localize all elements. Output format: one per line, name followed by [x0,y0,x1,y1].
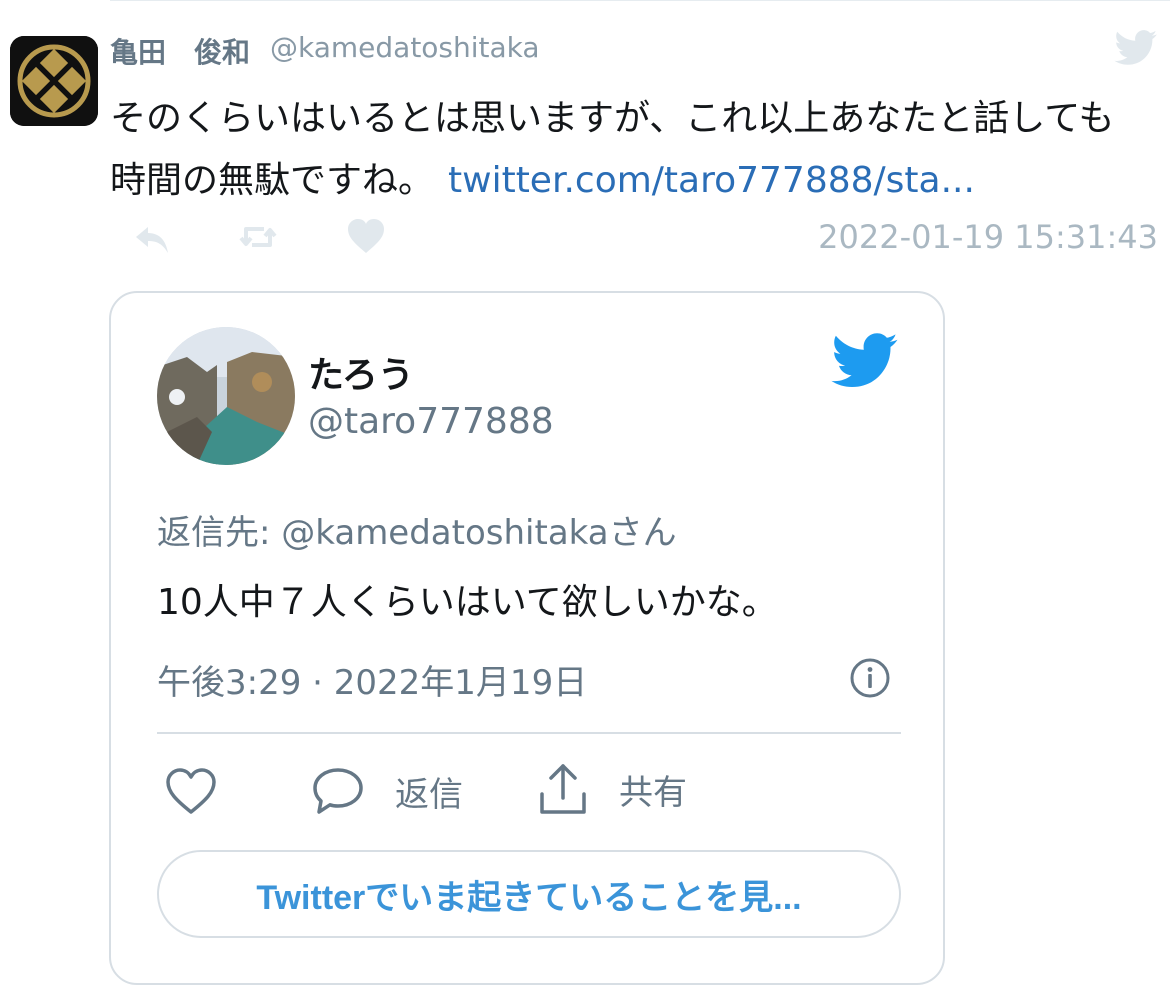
share-upload-icon [540,764,586,814]
embedded-tweet-card[interactable]: たろう @taro777888 返信先: @kamedatoshitakaさん … [109,291,945,985]
reply-button[interactable]: 返信 [311,763,463,819]
author-name[interactable]: 亀田 俊和 [110,31,250,71]
info-icon[interactable] [849,657,891,699]
reply-to-label: 返信先: @kamedatoshitakaさん [157,513,677,553]
top-divider [110,0,1170,1]
retweet-icon[interactable] [236,215,280,259]
see-whats-happening-button[interactable]: Twitterでいま起きていることを見... [157,850,901,938]
twitter-bird-icon[interactable] [831,333,899,389]
tweet-timestamp[interactable]: 2022-01-19 15:31:43 [818,218,1158,256]
embed-avatar[interactable] [157,327,295,465]
family-crest-icon [10,36,98,126]
share-button[interactable]: 共有 [537,759,687,819]
avatar[interactable] [10,36,98,126]
avatar-photo [157,327,295,465]
heart-outline-icon[interactable] [163,765,219,817]
tweet-link[interactable]: twitter.com/taro777888/sta... [448,160,975,201]
speech-bubble-icon [313,768,363,814]
embed-author-name[interactable]: たろう [308,346,414,398]
reply-arrow-icon[interactable] [130,215,174,259]
twitter-bird-icon[interactable] [1114,30,1158,66]
embed-tweet-time[interactable]: 午後3:29 · 2022年1月19日 [157,655,587,704]
share-label: 共有 [619,772,687,813]
embed-divider [157,732,901,734]
author-handle[interactable]: @kamedatoshitaka [270,31,540,64]
embed-tweet-text: 10人中７人くらいはいて欲しいかな。 [157,582,778,623]
reply-label: 返信 [395,774,463,815]
cta-label: Twitterでいま起きていることを見... [256,878,802,917]
heart-icon[interactable] [344,215,388,259]
tweet-text: そのくらいはいるとは思いますが、これ以上あなたと話しても時間の無駄ですね。 twi… [110,88,1150,212]
embed-author-handle[interactable]: @taro777888 [308,401,554,442]
